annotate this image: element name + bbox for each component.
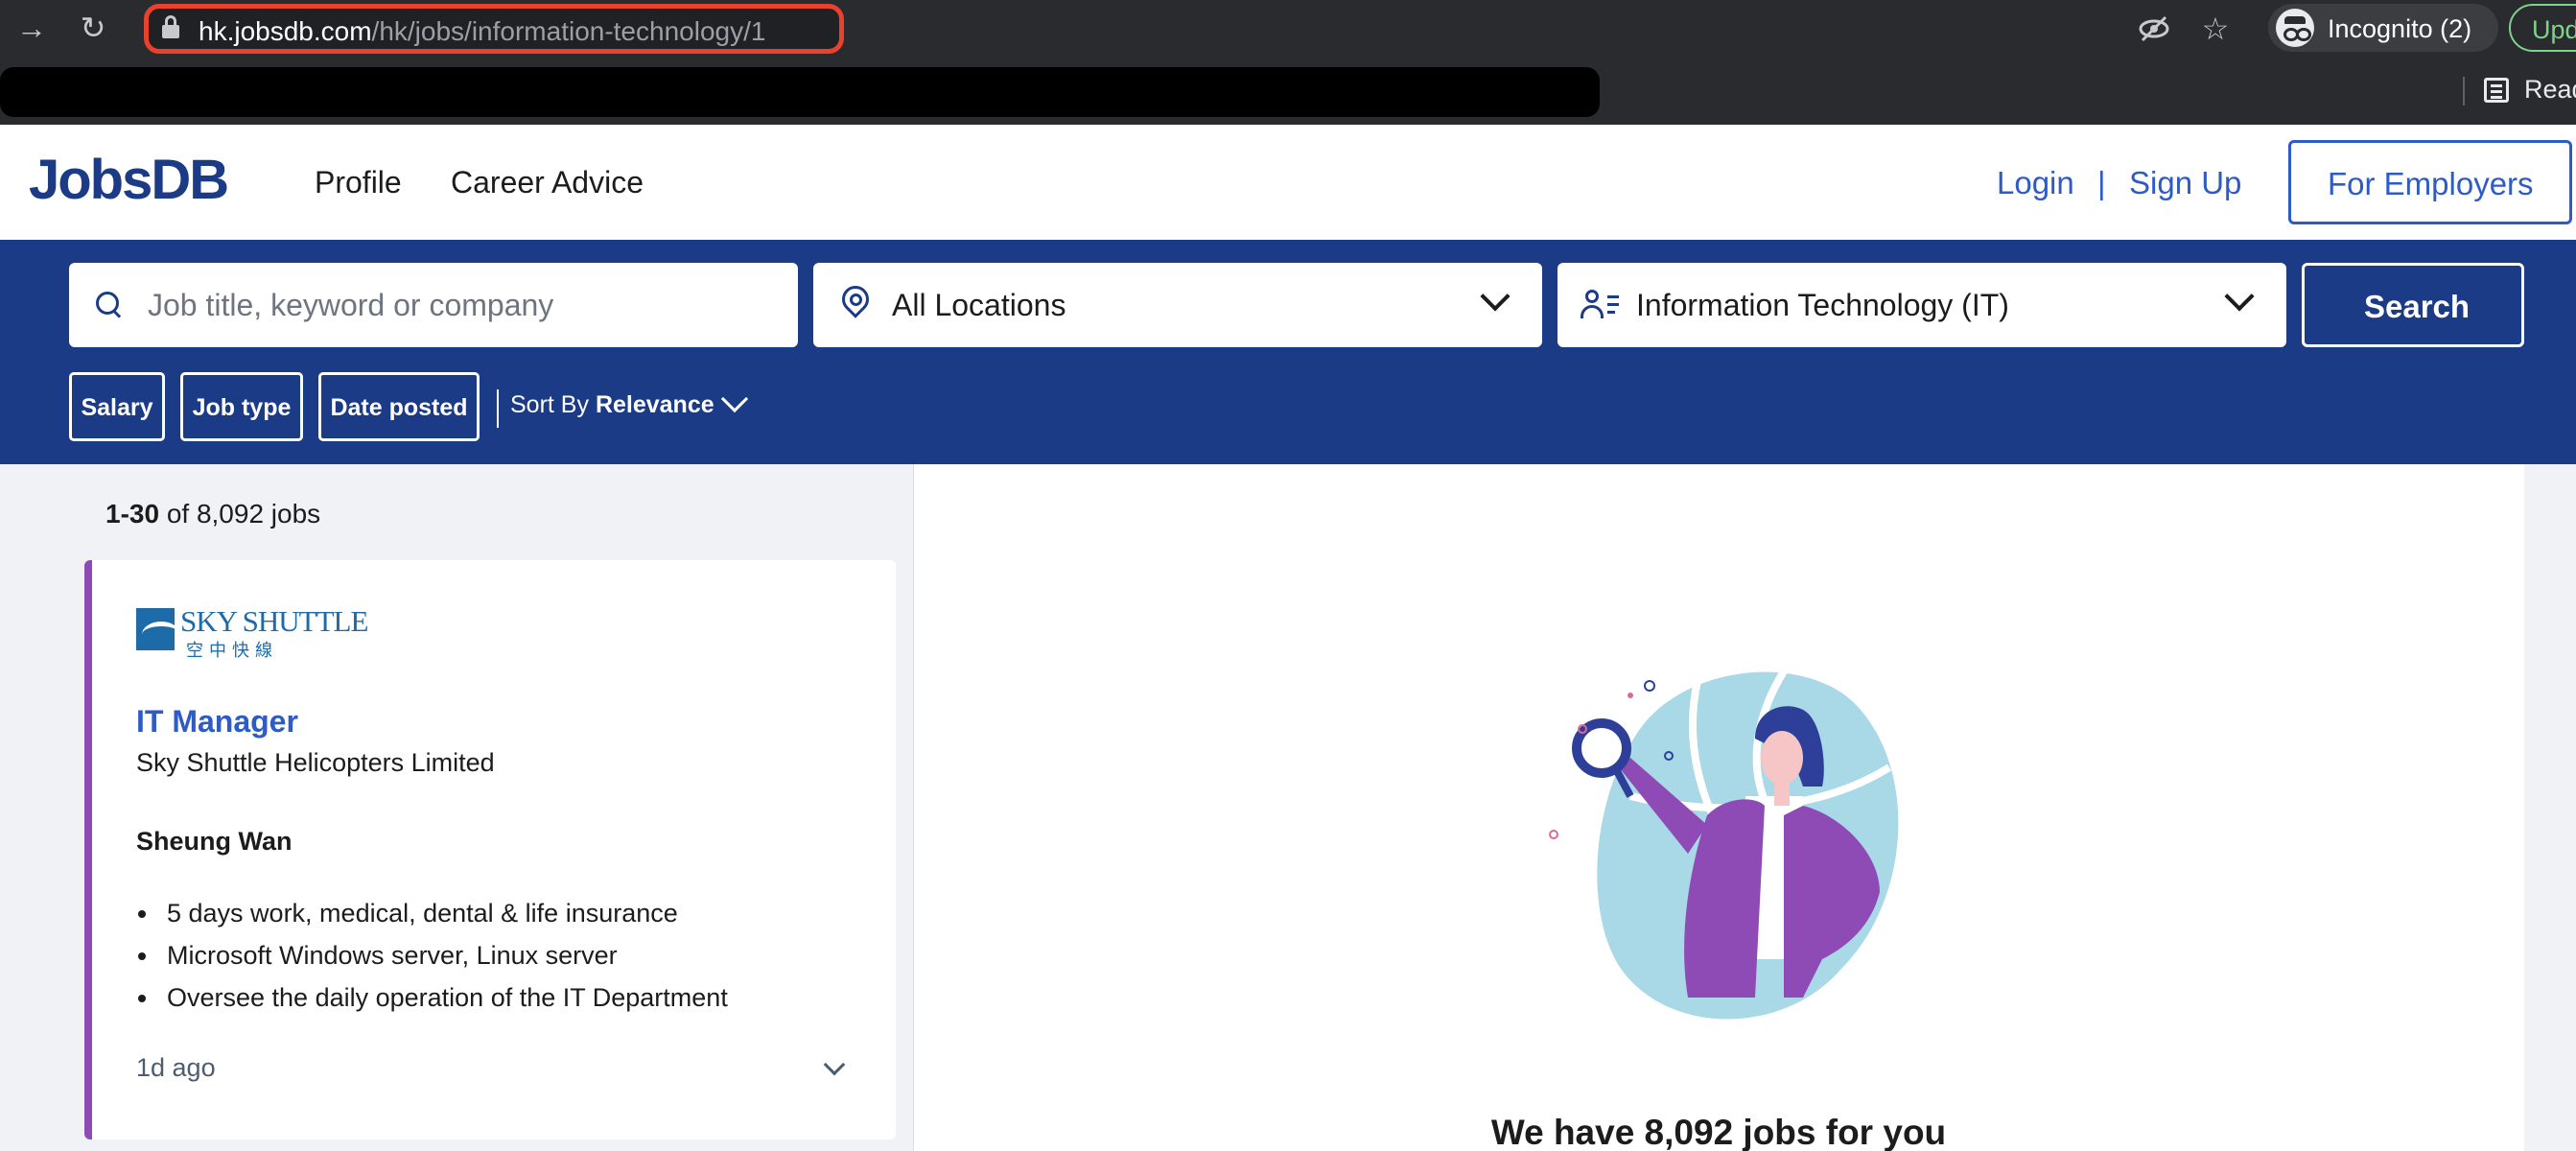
classification-value: Information Technology (IT) [1636, 288, 2009, 322]
incognito-profile-button[interactable]: Incognito (2) [2268, 4, 2498, 52]
filter-date-posted-button[interactable]: Date posted [318, 372, 480, 441]
for-employers-label: For Employers [2328, 166, 2534, 201]
nav-profile[interactable]: Profile [315, 165, 402, 200]
keyword-placeholder: Job title, keyword or company [148, 288, 554, 322]
search-button-label: Search [2364, 289, 2471, 324]
profile-label: Incognito (2) [2328, 14, 2472, 43]
filter-job-type-label: Job type [192, 394, 292, 421]
bookmark-star-icon[interactable]: ☆ [2196, 10, 2235, 48]
bookmarks-bar: Read [0, 63, 2576, 121]
jobsdb-logo[interactable]: JobsDB [29, 148, 229, 212]
eye-off-icon[interactable] [2135, 10, 2173, 48]
job-search-illustration [1549, 669, 1899, 1020]
location-pin-icon [840, 286, 869, 324]
company-logo-wordmark: SKY SHUTTLE [180, 604, 368, 638]
sort-divider [497, 389, 499, 428]
search-bar: Job title, keyword or company All Locati… [0, 240, 2576, 464]
for-employers-button[interactable]: For Employers [2288, 140, 2572, 224]
login-link[interactable]: Login [1997, 165, 2074, 201]
search-icon [96, 292, 123, 318]
sky-shuttle-logo-mark [136, 608, 180, 650]
job-highlights: 5 days work, medical, dental & life insu… [136, 892, 728, 1019]
reload-icon[interactable]: ↻ [75, 10, 111, 46]
job-location: Sheung Wan [136, 827, 293, 856]
classification-select[interactable]: Information Technology (IT) [1557, 263, 2286, 347]
reading-list-button[interactable]: Read [2484, 75, 2576, 105]
forward-icon[interactable]: → [13, 10, 50, 46]
search-button[interactable]: Search [2302, 263, 2524, 347]
redacted-bookmarks [0, 67, 1600, 117]
chevron-down-icon [2224, 281, 2255, 312]
posted-date: 1d ago [136, 1053, 216, 1082]
filter-salary-label: Salary [81, 394, 153, 421]
reading-list-icon [2484, 78, 2509, 103]
classification-icon [1581, 290, 1619, 320]
company-logo-chinese: 空中快線 [186, 641, 278, 660]
update-label: Upd [2532, 15, 2576, 44]
nav-career-advice[interactable]: Career Advice [451, 165, 644, 200]
signup-link[interactable]: Sign Up [2129, 165, 2241, 201]
location-select[interactable]: All Locations [813, 263, 1542, 347]
jobs-count-heading: We have 8,092 jobs for you [1490, 1113, 1947, 1151]
chevron-down-icon [1480, 281, 1510, 312]
job-highlight: Oversee the daily operation of the IT De… [136, 976, 728, 1019]
sort-chevron-icon[interactable] [720, 385, 749, 413]
results-count: 1-30 of 8,092 jobs [105, 499, 320, 529]
job-company: Sky Shuttle Helicopters Limited [136, 748, 495, 777]
results-total: of 8,092 jobs [166, 499, 321, 529]
auth-separator: | [2097, 165, 2106, 200]
sort-value: Relevance [595, 391, 714, 418]
expand-chevron-icon[interactable] [823, 1053, 846, 1076]
job-card[interactable]: SKY SHUTTLE 空中快線 IT Manager Sky Shuttle … [84, 560, 896, 1139]
sort-by-dropdown[interactable]: Sort By Relevance [510, 391, 714, 419]
address-bar[interactable]: hk.jobsdb.com/hk/jobs/information-techno… [144, 4, 844, 54]
url-text: hk.jobsdb.com/hk/jobs/information-techno… [199, 16, 766, 46]
address-row: → ↻ hk.jobsdb.com/hk/jobs/information-te… [0, 0, 2576, 56]
results-range: 1-30 [105, 499, 160, 529]
browser-chrome: → ↻ hk.jobsdb.com/hk/jobs/information-te… [0, 0, 2576, 125]
filter-salary-button[interactable]: Salary [69, 372, 165, 441]
sort-prefix: Sort By [510, 391, 589, 418]
site-header: JobsDB Profile Career Advice Login | Sig… [0, 125, 2576, 240]
location-value: All Locations [892, 288, 1066, 322]
job-highlight: 5 days work, medical, dental & life insu… [136, 892, 728, 934]
filter-job-type-button[interactable]: Job type [180, 372, 303, 441]
job-highlight: Microsoft Windows server, Linux server [136, 934, 728, 976]
keyword-search-input[interactable]: Job title, keyword or company [69, 263, 798, 347]
lock-icon [162, 15, 179, 38]
reading-list-label: Read [2524, 75, 2576, 104]
update-button[interactable]: Upd [2509, 4, 2576, 52]
incognito-icon [2276, 9, 2314, 47]
company-logo: SKY SHUTTLE 空中快線 [136, 602, 368, 660]
bookmarks-divider [2463, 77, 2465, 106]
job-title-link[interactable]: IT Manager [136, 704, 298, 740]
filter-date-posted-label: Date posted [330, 394, 468, 421]
